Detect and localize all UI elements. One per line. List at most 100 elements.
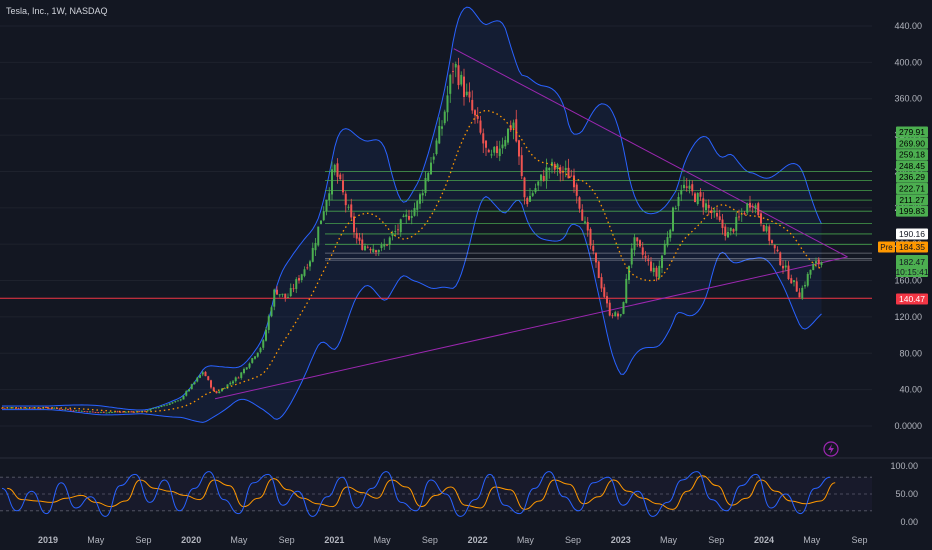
candle-body: [320, 220, 322, 225]
rsi-pane: [0, 471, 872, 517]
candle-body: [531, 193, 534, 196]
candle-body: [468, 91, 471, 98]
candle-body: [69, 409, 72, 411]
candle-body: [738, 216, 740, 218]
candle-body: [322, 211, 325, 221]
candle-body: [721, 219, 724, 229]
candle-body: [372, 248, 375, 252]
candle-body: [64, 409, 67, 411]
candle-body: [105, 412, 108, 414]
rsi-band-fill: [0, 477, 872, 511]
candle-body: [25, 407, 28, 409]
candle-body: [39, 408, 42, 410]
time-tick-label: May: [803, 535, 821, 545]
candle-body: [650, 261, 652, 271]
candle-body: [397, 229, 399, 231]
candle-body: [163, 405, 166, 407]
candle-body: [303, 269, 306, 276]
price-tick-label: 400.00: [894, 57, 922, 67]
candle-body: [589, 229, 592, 246]
time-tick-label: May: [87, 535, 105, 545]
candle-body: [210, 380, 212, 388]
price-badge-label: 199.83: [899, 206, 925, 216]
candle-body: [185, 391, 188, 396]
candle-body: [419, 194, 421, 204]
time-tick-label: 2024: [754, 535, 774, 545]
price-tick-label: 120.00: [894, 312, 922, 322]
candle-body: [402, 215, 405, 217]
candle-body: [776, 249, 779, 252]
time-tick-label: Sep: [851, 535, 867, 545]
candle-body: [146, 410, 149, 412]
candle-body: [773, 244, 776, 249]
candle-body: [306, 267, 309, 269]
candle-body: [496, 146, 498, 154]
candle-body: [72, 410, 75, 412]
candle-body: [680, 189, 683, 195]
candle-body: [67, 409, 69, 410]
candle-body: [100, 411, 102, 413]
candle-body: [366, 246, 369, 248]
candle-body: [369, 248, 372, 251]
tradingview-chart[interactable]: 440.00400.00360.00320.00280.00240.00200.…: [0, 0, 932, 550]
candle-body: [61, 409, 64, 410]
candle-body: [339, 174, 342, 180]
candle-body: [474, 110, 476, 116]
candle-body: [507, 128, 509, 143]
candle-body: [168, 403, 171, 405]
candle-body: [471, 99, 474, 111]
candle-body: [251, 358, 254, 363]
candle-body: [155, 407, 157, 409]
candle-body: [207, 376, 210, 381]
candle-body: [575, 184, 578, 196]
candle-body: [265, 329, 267, 341]
candle-body: [476, 115, 479, 119]
candle-body: [669, 229, 672, 238]
time-tick-label: 2022: [468, 535, 488, 545]
candle-body: [443, 111, 446, 124]
candle-body: [45, 407, 47, 408]
candle-body: [454, 63, 457, 68]
candle-body: [380, 244, 383, 248]
candle-body: [498, 148, 501, 157]
candle-body: [526, 198, 529, 205]
price-badge-label: 190.16: [899, 229, 925, 239]
candle-body: [779, 252, 782, 266]
candle-body: [641, 247, 644, 255]
candle-body: [350, 204, 353, 218]
candle-body: [630, 248, 633, 265]
candle-body: [86, 411, 89, 413]
candle-body: [229, 382, 232, 385]
candle-body: [743, 212, 746, 215]
candle-body: [652, 267, 655, 273]
candle-body: [262, 340, 265, 348]
candle-body: [193, 381, 196, 385]
candle-body: [196, 377, 199, 382]
candle-body: [298, 278, 300, 281]
candle-body: [804, 284, 806, 287]
candle-body: [157, 407, 160, 408]
rsi-tick-label: 100.00: [890, 461, 918, 471]
price-badge-label: 259.18: [899, 150, 925, 160]
candle-body: [182, 395, 185, 400]
candle-body: [518, 140, 520, 157]
candle-body: [534, 188, 537, 193]
candle-body: [815, 261, 817, 264]
time-tick-label: May: [660, 535, 678, 545]
candle-body: [793, 280, 795, 283]
rsi-tick-label: 50.00: [895, 489, 918, 499]
time-tick-label: May: [374, 535, 392, 545]
candle-body: [179, 399, 182, 401]
candle-body: [465, 91, 468, 96]
candle-body: [353, 216, 355, 233]
candle-body: [782, 265, 784, 269]
candle-body: [581, 209, 584, 221]
candle-body: [254, 356, 256, 359]
candle-body: [694, 193, 696, 203]
price-badge-label: 182.47: [899, 257, 925, 267]
candle-body: [91, 411, 94, 413]
candle-body: [567, 167, 570, 179]
candle-body: [564, 167, 567, 171]
candle-body: [237, 377, 240, 379]
candle-body: [639, 240, 641, 247]
